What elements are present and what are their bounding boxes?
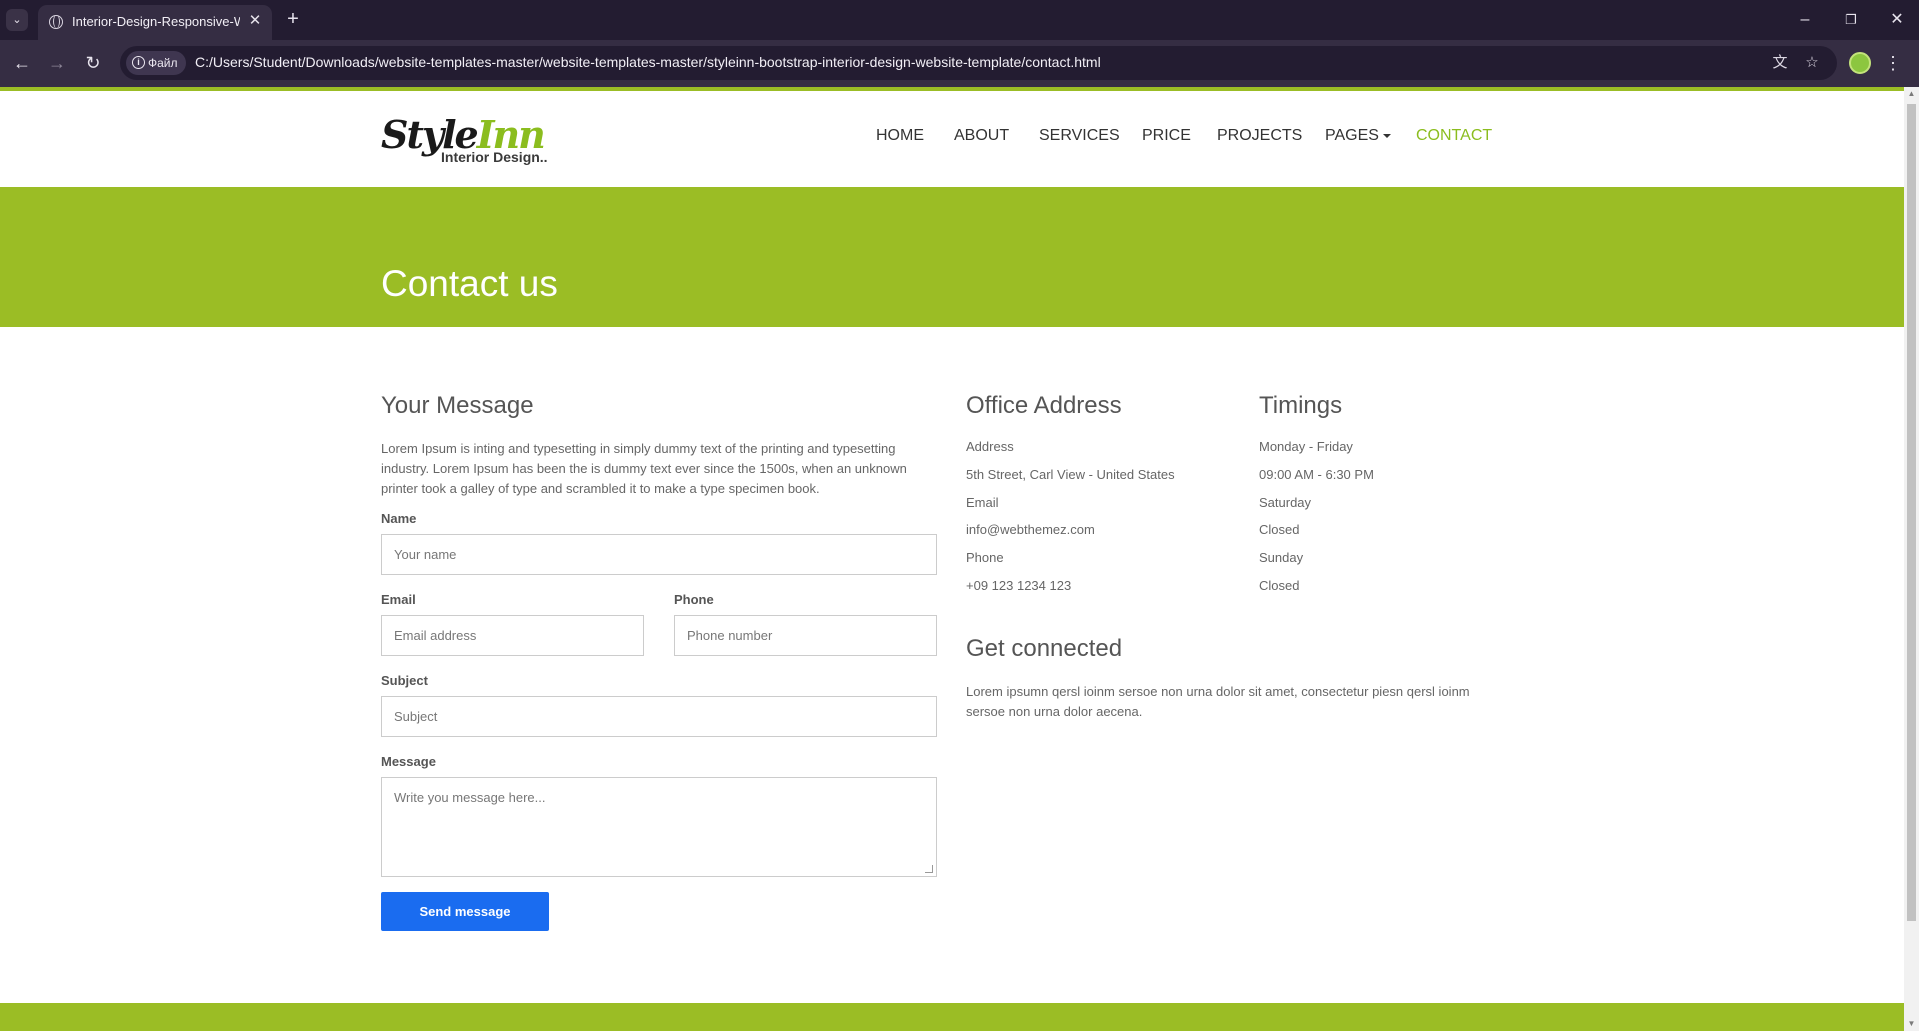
back-arrow-icon[interactable]: ← <box>8 49 36 77</box>
office-line: Address <box>966 439 1014 454</box>
page-title: Contact us <box>381 263 558 304</box>
tab-search-chevron-down-icon[interactable]: ⌄ <box>6 9 28 31</box>
message-label: Message <box>381 754 436 769</box>
site-info-chip[interactable]: i Файл <box>126 51 186 75</box>
page-viewport: StyleInn Interior Design.. HOME ABOUT SE… <box>0 87 1904 1031</box>
globe-icon <box>49 15 63 29</box>
translate-icon[interactable]: 文 <box>1770 53 1790 73</box>
site-chip-label: Файл <box>148 56 178 70</box>
get-connected-text: Lorem ipsumn qersl ioinm sersoe non urna… <box>966 684 1470 719</box>
timing-line: Sunday <box>1259 550 1304 565</box>
email-input[interactable] <box>381 615 644 656</box>
timing-line: Monday - Friday <box>1259 439 1353 454</box>
footer-band <box>0 1003 1904 1031</box>
nav-pages-label: PAGES <box>1325 127 1379 144</box>
browser-tab-bar: ⌄ Interior-Design-Responsive-Web ✕ + – ❐… <box>0 0 1919 40</box>
reload-icon[interactable]: ↻ <box>79 49 107 77</box>
message-textarea[interactable] <box>381 777 937 877</box>
caret-down-icon <box>1382 133 1391 138</box>
nav-home[interactable]: HOME <box>876 127 924 145</box>
info-icon: i <box>132 56 145 69</box>
get-connected-heading: Get connected <box>966 635 1123 662</box>
scroll-up-arrow-icon[interactable]: ▲ <box>1904 87 1919 101</box>
nav-pages[interactable]: PAGES <box>1325 127 1391 145</box>
profile-avatar[interactable] <box>1849 52 1871 74</box>
name-input[interactable] <box>381 534 937 575</box>
office-line: info@webthemez.com <box>966 522 1095 537</box>
timing-line: Closed <box>1259 578 1300 593</box>
scrollbar-thumb[interactable] <box>1907 104 1916 921</box>
resize-grip-icon[interactable] <box>925 865 933 873</box>
timings-heading: Timings <box>1259 392 1343 419</box>
office-line: Email <box>966 495 999 510</box>
nav-contact[interactable]: CONTACT <box>1416 127 1492 145</box>
name-label: Name <box>381 511 417 526</box>
more-menu-icon[interactable]: ⋮ <box>1884 49 1902 77</box>
send-message-button[interactable]: Send message <box>381 892 549 931</box>
site-header: StyleInn Interior Design.. HOME ABOUT SE… <box>0 91 1904 187</box>
forward-arrow-icon[interactable]: → <box>43 49 71 77</box>
address-bar[interactable]: i Файл C:/Users/Student/Downloads/websit… <box>120 46 1837 80</box>
subject-label: Subject <box>381 673 428 688</box>
tab-title: Interior-Design-Responsive-Web <box>72 14 240 29</box>
office-address-heading: Office Address <box>966 392 1122 419</box>
restore-icon[interactable]: ❐ <box>1836 6 1866 34</box>
page-scrollbar[interactable]: ▲ ▼ <box>1904 87 1919 1031</box>
nav-services[interactable]: SERVICES <box>1039 127 1120 145</box>
logo-subtitle: Interior Design.. <box>441 149 548 165</box>
subject-input[interactable] <box>381 696 937 737</box>
close-tab-icon[interactable]: ✕ <box>246 12 264 30</box>
nav-projects[interactable]: PROJECTS <box>1217 127 1302 145</box>
minimize-icon[interactable]: – <box>1790 6 1820 34</box>
url-text[interactable]: C:/Users/Student/Downloads/website-templ… <box>195 54 1101 70</box>
email-label: Email <box>381 592 416 607</box>
browser-toolbar: ← → ↻ i Файл C:/Users/Student/Downloads/… <box>0 40 1919 87</box>
office-line: Phone <box>966 550 1004 565</box>
browser-tab[interactable]: Interior-Design-Responsive-Web ✕ <box>38 5 272 40</box>
office-line: 5th Street, Carl View - United States <box>966 467 1175 482</box>
phone-input[interactable] <box>674 615 937 656</box>
close-window-icon[interactable]: ✕ <box>1882 6 1912 34</box>
scroll-down-arrow-icon[interactable]: ▼ <box>1904 1017 1919 1031</box>
site-logo[interactable]: StyleInn Interior Design.. <box>381 112 551 168</box>
timing-line: 09:00 AM - 6:30 PM <box>1259 467 1374 482</box>
new-tab-plus-icon[interactable]: + <box>282 8 304 30</box>
page-hero: Contact us <box>0 187 1904 327</box>
office-line: +09 123 1234 123 <box>966 578 1072 593</box>
timing-line: Saturday <box>1259 495 1312 510</box>
form-intro-text: Lorem Ipsum is inting and typesetting in… <box>381 441 907 496</box>
phone-label: Phone <box>674 592 714 607</box>
bookmark-star-icon[interactable]: ☆ <box>1802 53 1822 73</box>
form-heading: Your Message <box>381 392 534 419</box>
nav-about[interactable]: ABOUT <box>954 127 1009 145</box>
nav-price[interactable]: PRICE <box>1142 127 1191 145</box>
timing-line: Closed <box>1259 522 1300 537</box>
